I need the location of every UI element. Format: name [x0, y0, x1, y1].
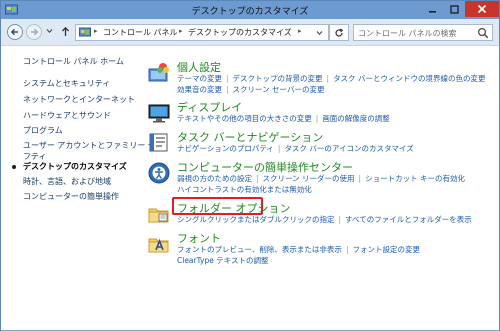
search-input[interactable]: コントロール パネルの検索	[353, 24, 493, 41]
ease-of-access-links-row1: 弱視の方のための設定 | スクリーン リーダーの使用 | ショートカット キーの有効化	[177, 173, 465, 184]
link-separator: |	[345, 245, 349, 254]
forward-button[interactable]	[26, 24, 42, 40]
personalization-icon	[148, 63, 169, 82]
link-separator: |	[338, 215, 342, 224]
folder-options-icon	[148, 208, 169, 223]
refresh-button[interactable]	[329, 24, 349, 41]
change-font-settings-link[interactable]: フォント設定の変更	[352, 245, 420, 254]
fonts-links-row1: フォントのプレビュー、削除、表示または非表示 | フォント設定の変更	[177, 244, 420, 255]
font-preview-link[interactable]: フォントのプレビュー、削除、表示または非表示	[177, 245, 342, 254]
sidebar-item-clock-region[interactable]: 時計、言語、および地域	[23, 176, 111, 187]
maximize-icon	[449, 4, 459, 14]
control-panel-window: デスクトップのカスタマイズ ▸ コントロール パネル ▸ デスクトップのカスタマ…	[0, 0, 500, 331]
high-contrast-toggle-link[interactable]: ハイコントラストの有効化または無効化	[177, 185, 312, 194]
breadcrumb-current[interactable]: デスクトップのカスタマイズ	[188, 27, 292, 38]
address-history-button[interactable]	[311, 24, 329, 41]
sidebar-item-ease-of-access[interactable]: コンピューターの簡単操作	[23, 191, 119, 202]
address-bar[interactable]: ▸ コントロール パネル ▸ デスクトップのカスタマイズ ▸	[75, 24, 349, 41]
link-separator: |	[226, 85, 229, 94]
personalization-links-row2: 効果音の変更 | スクリーン セーバーの変更	[177, 84, 324, 95]
show-hidden-files-link[interactable]: すべてのファイルとフォルダーを表示	[345, 215, 472, 224]
control-panel-icon	[79, 27, 91, 37]
breadcrumb-separator-icon[interactable]: ▸	[179, 27, 183, 35]
link-separator: |	[277, 144, 281, 153]
taskbar-icon	[149, 133, 168, 152]
fonts-icon	[148, 238, 169, 253]
chevron-down-icon	[316, 30, 323, 35]
arrow-up-icon	[62, 26, 69, 36]
up-button[interactable]	[61, 26, 70, 40]
low-vision-settings-link[interactable]: 弱視の方のための設定	[177, 174, 252, 183]
display-links-row1: テキストやその他の項目の大きさの変更 | 画面の解像度の調整	[177, 113, 390, 124]
arrow-right-icon	[31, 28, 39, 36]
adjust-resolution-link[interactable]: 画面の解像度の調整	[322, 114, 390, 123]
minimize-button[interactable]	[421, 1, 443, 17]
navigation-bar: ▸ コントロール パネル ▸ デスクトップのカスタマイズ ▸ コントロール パネ…	[1, 19, 499, 46]
link-separator: |	[226, 74, 229, 83]
ease-of-access-icon	[148, 162, 170, 184]
main-content: 個人設定 テーマの変更 | デスクトップの背景の変更 | タスク バーとウィンドウの境界…	[141, 47, 499, 331]
cleartype-tuner-link[interactable]: ClearType テキストの調整	[177, 256, 269, 265]
link-separator: |	[326, 74, 330, 83]
change-screensaver-link[interactable]: スクリーン セーバーの変更	[233, 85, 325, 94]
breadcrumb-separator-icon[interactable]: ▸	[94, 27, 98, 35]
back-button[interactable]	[7, 24, 23, 40]
sidebar: コントロール パネル ホーム システムとセキュリティ ネットワークとインターネッ…	[1, 47, 164, 331]
link-separator: |	[256, 174, 259, 183]
sidebar-item-appearance-current[interactable]: デスクトップのカスタマイズ	[23, 161, 127, 172]
personalization-links-row1: テーマの変更 | デスクトップの背景の変更 | タスク バーとウィンドウの境界線の色の変…	[177, 73, 485, 84]
search-placeholder: コントロール パネルの検索	[358, 29, 457, 38]
enable-shortcut-keys-link[interactable]: ショートカット キーの有効化	[365, 174, 465, 183]
sidebar-home-link[interactable]: コントロール パネル ホーム	[23, 56, 124, 67]
navigation-properties-link[interactable]: ナビゲーションのプロパティ	[177, 144, 274, 153]
sidebar-item-system-security[interactable]: システムとセキュリティ	[23, 78, 110, 89]
change-window-color-link[interactable]: タスク バーとウィンドウの境界線の色の変更	[333, 74, 485, 83]
close-icon	[477, 4, 487, 14]
customize-taskbar-icons-link[interactable]: タスク バーのアイコンのカスタマイズ	[284, 144, 413, 153]
breadcrumb-control-panel[interactable]: コントロール パネル	[103, 27, 178, 38]
sidebar-item-hardware-sound[interactable]: ハードウェアとサウンド	[23, 110, 111, 121]
ease-of-access-links-row2: ハイコントラストの有効化または無効化	[177, 184, 312, 195]
refresh-icon	[335, 27, 344, 37]
search-icon[interactable]	[477, 27, 489, 39]
sidebar-item-network-internet[interactable]: ネットワークとインターネット	[23, 94, 135, 105]
fonts-links-row2: ClearType テキストの調整	[177, 255, 269, 266]
recent-locations-button[interactable]	[46, 28, 53, 36]
sidebar-item-programs[interactable]: プログラム	[23, 125, 63, 136]
change-text-size-link[interactable]: テキストやその他の項目の大きさの変更	[177, 114, 312, 123]
single-double-click-link[interactable]: シングルクリックまたはダブルクリックの指定	[177, 215, 335, 224]
link-separator: |	[315, 114, 319, 123]
change-theme-link[interactable]: テーマの変更	[177, 74, 222, 83]
link-separator: |	[358, 174, 362, 183]
chevron-down-icon	[46, 29, 53, 34]
minimize-icon	[428, 10, 436, 13]
taskbar-links-row1: ナビゲーションのプロパティ | タスク バーのアイコンのカスタマイズ	[177, 143, 414, 154]
maximize-button[interactable]	[443, 1, 465, 17]
close-button[interactable]	[465, 1, 499, 17]
current-item-bullet-icon	[12, 165, 16, 169]
breadcrumb-separator-icon[interactable]: ▸	[298, 27, 302, 35]
folder-options-links-row1: シングルクリックまたはダブルクリックの指定 | すべてのファイルとフォルダーを表示	[177, 214, 472, 225]
arrow-left-icon	[10, 28, 18, 36]
change-sounds-link[interactable]: 効果音の変更	[177, 85, 222, 94]
change-background-link[interactable]: デスクトップの背景の変更	[233, 74, 323, 83]
display-icon	[148, 104, 170, 123]
title-bar[interactable]: デスクトップのカスタマイズ	[1, 1, 499, 19]
use-screen-reader-link[interactable]: スクリーン リーダーの使用	[263, 174, 355, 183]
